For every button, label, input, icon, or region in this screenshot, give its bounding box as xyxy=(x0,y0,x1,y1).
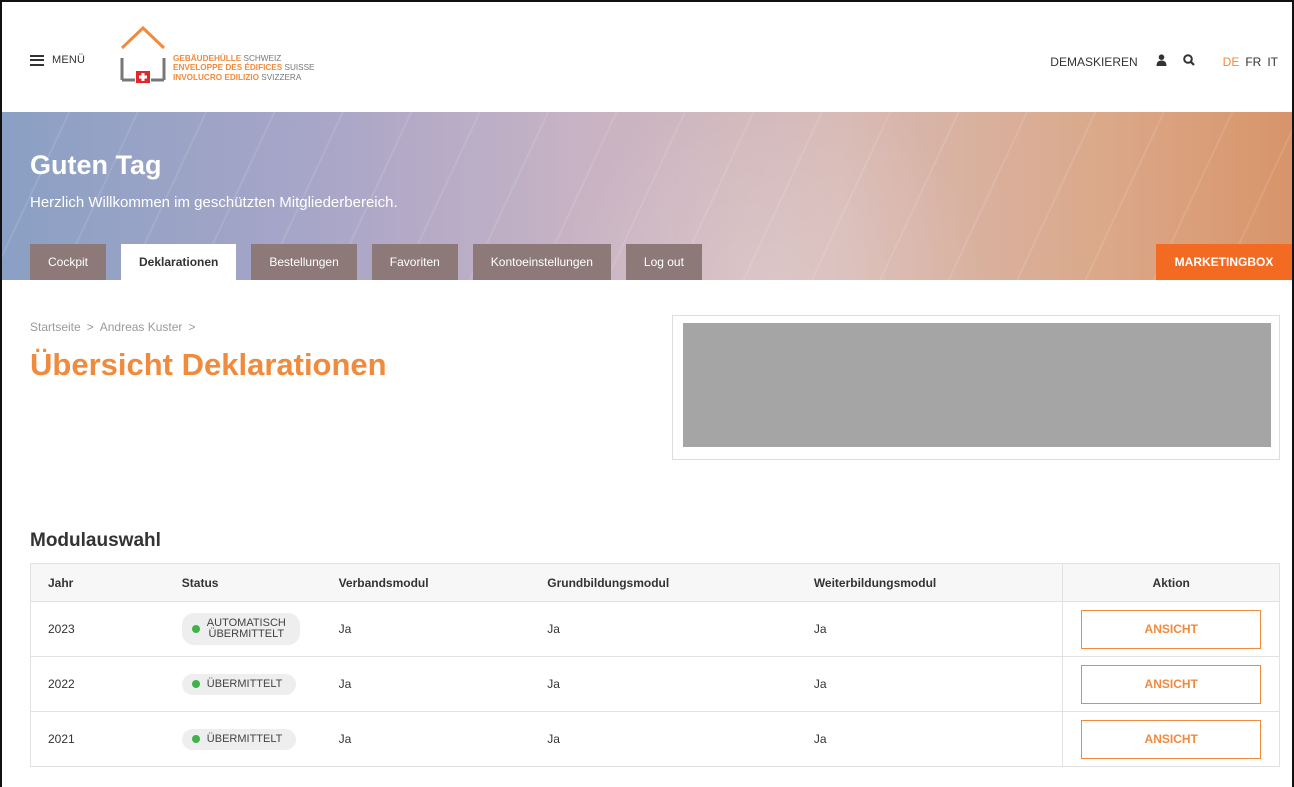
year-cell: 2022 xyxy=(48,677,75,691)
logo-wordmark: GEBÄUDEHÜLLE SCHWEIZ ENVELOPPE DES ÉDIFI… xyxy=(173,54,315,82)
column-header: Grundbildungsmodul xyxy=(547,575,670,590)
status-cell: ÜBERMITTELT xyxy=(165,673,322,695)
menu-button[interactable]: MENÜ xyxy=(30,54,85,66)
lang-it[interactable]: IT xyxy=(1267,55,1278,69)
column-header: Status xyxy=(181,575,219,590)
module-section-title: Modulauswahl xyxy=(30,530,161,551)
status-badge: ÜBERMITTELT xyxy=(181,728,297,750)
year-cell: 2021 xyxy=(48,732,75,746)
table-row: 2021 ÜBERMITTELT Ja Ja Ja ANSICHT xyxy=(31,712,1279,767)
view-button[interactable]: ANSICHT xyxy=(1081,719,1262,759)
header-actions: DEMASKIEREN DE FR IT xyxy=(1050,54,1278,69)
status-cell: AUTOMATISCH ÜBERMITTELT xyxy=(165,613,322,645)
status-dot-icon xyxy=(191,625,200,633)
site-logo[interactable]: GEBÄUDEHÜLLE SCHWEIZ ENVELOPPE DES ÉDIFI… xyxy=(119,24,315,84)
status-badge: AUTOMATISCH ÜBERMITTELT xyxy=(181,613,300,645)
verband-cell: Ja xyxy=(338,732,352,746)
tab-deklarationen[interactable]: Deklarationen xyxy=(121,244,237,280)
house-logo-icon xyxy=(120,25,166,83)
hero-banner: Guten Tag Herzlich Willkommen im geschüt… xyxy=(2,112,1292,280)
weiter-cell: Ja xyxy=(813,677,827,691)
hero-title: Guten Tag xyxy=(30,150,162,180)
declarations-table: Jahr Status Verbandsmodul Grundbildungsm… xyxy=(30,563,1280,767)
breadcrumb-user[interactable]: Andreas Kuster xyxy=(100,320,183,334)
status-dot-icon xyxy=(191,680,200,688)
table-row: 2023 AUTOMATISCH ÜBERMITTELT Ja Ja Ja AN… xyxy=(31,602,1279,657)
hero-subtitle: Herzlich Willkommen im geschützten Mitgl… xyxy=(30,194,398,211)
demask-link[interactable]: DEMASKIEREN xyxy=(1050,55,1137,69)
column-header: Aktion xyxy=(1062,564,1279,601)
action-cell: ANSICHT xyxy=(1062,712,1279,766)
table-row: 2022 ÜBERMITTELT Ja Ja Ja ANSICHT xyxy=(31,657,1279,712)
grund-cell: Ja xyxy=(547,622,560,636)
view-button[interactable]: ANSICHT xyxy=(1081,609,1262,649)
weiter-cell: Ja xyxy=(813,732,827,746)
status-text-line2: ÜBERMITTELT xyxy=(208,628,285,640)
column-header: Verbandsmodul xyxy=(338,575,429,590)
table-header-row: Jahr Status Verbandsmodul Grundbildungsm… xyxy=(31,564,1279,602)
search-icon[interactable] xyxy=(1182,54,1195,69)
status-text: ÜBERMITTELT xyxy=(206,732,283,745)
column-header: Weiterbildungsmodul xyxy=(813,575,937,590)
page-title: Übersicht Deklarationen xyxy=(30,347,387,382)
user-icon[interactable] xyxy=(1156,54,1167,69)
tab-favoriten[interactable]: Favoriten xyxy=(371,244,458,280)
year-cell: 2023 xyxy=(48,622,75,636)
lang-de[interactable]: DE xyxy=(1223,55,1240,69)
marketingbox-button[interactable]: MARKETINGBOX xyxy=(1156,244,1292,280)
hamburger-icon xyxy=(30,54,44,66)
grund-cell: Ja xyxy=(547,677,560,691)
action-cell: ANSICHT xyxy=(1062,602,1279,656)
action-cell: ANSICHT xyxy=(1062,657,1279,711)
breadcrumb-home[interactable]: Startseite xyxy=(30,320,81,334)
tab-log-out[interactable]: Log out xyxy=(625,244,702,280)
tab-kontoeinstellungen[interactable]: Kontoeinstellungen xyxy=(472,244,611,280)
lang-fr[interactable]: FR xyxy=(1245,55,1261,69)
member-tabs: Cockpit Deklarationen Bestellungen Favor… xyxy=(30,244,702,280)
status-text: ÜBERMITTELT xyxy=(206,677,283,690)
breadcrumb-separator: > xyxy=(188,320,196,334)
column-header: Jahr xyxy=(48,575,74,590)
status-dot-icon xyxy=(191,735,200,743)
banner-placeholder xyxy=(672,315,1280,460)
breadcrumb: Startseite > Andreas Kuster > xyxy=(30,320,195,334)
language-switcher: DE FR IT xyxy=(1223,55,1278,69)
view-button[interactable]: ANSICHT xyxy=(1081,664,1262,704)
breadcrumb-separator: > xyxy=(86,320,94,334)
menu-label: MENÜ xyxy=(52,54,86,66)
verband-cell: Ja xyxy=(338,677,352,691)
site-header: MENÜ GEBÄUDEHÜLLE SCHWEIZ ENVELOPPE DES … xyxy=(2,2,1292,112)
verband-cell: Ja xyxy=(338,622,352,636)
tab-bestellungen[interactable]: Bestellungen xyxy=(251,244,357,280)
status-badge: ÜBERMITTELT xyxy=(181,673,297,695)
banner-image xyxy=(683,323,1271,447)
grund-cell: Ja xyxy=(547,732,560,746)
status-cell: ÜBERMITTELT xyxy=(165,728,322,750)
weiter-cell: Ja xyxy=(813,622,827,636)
tab-cockpit[interactable]: Cockpit xyxy=(30,244,107,280)
